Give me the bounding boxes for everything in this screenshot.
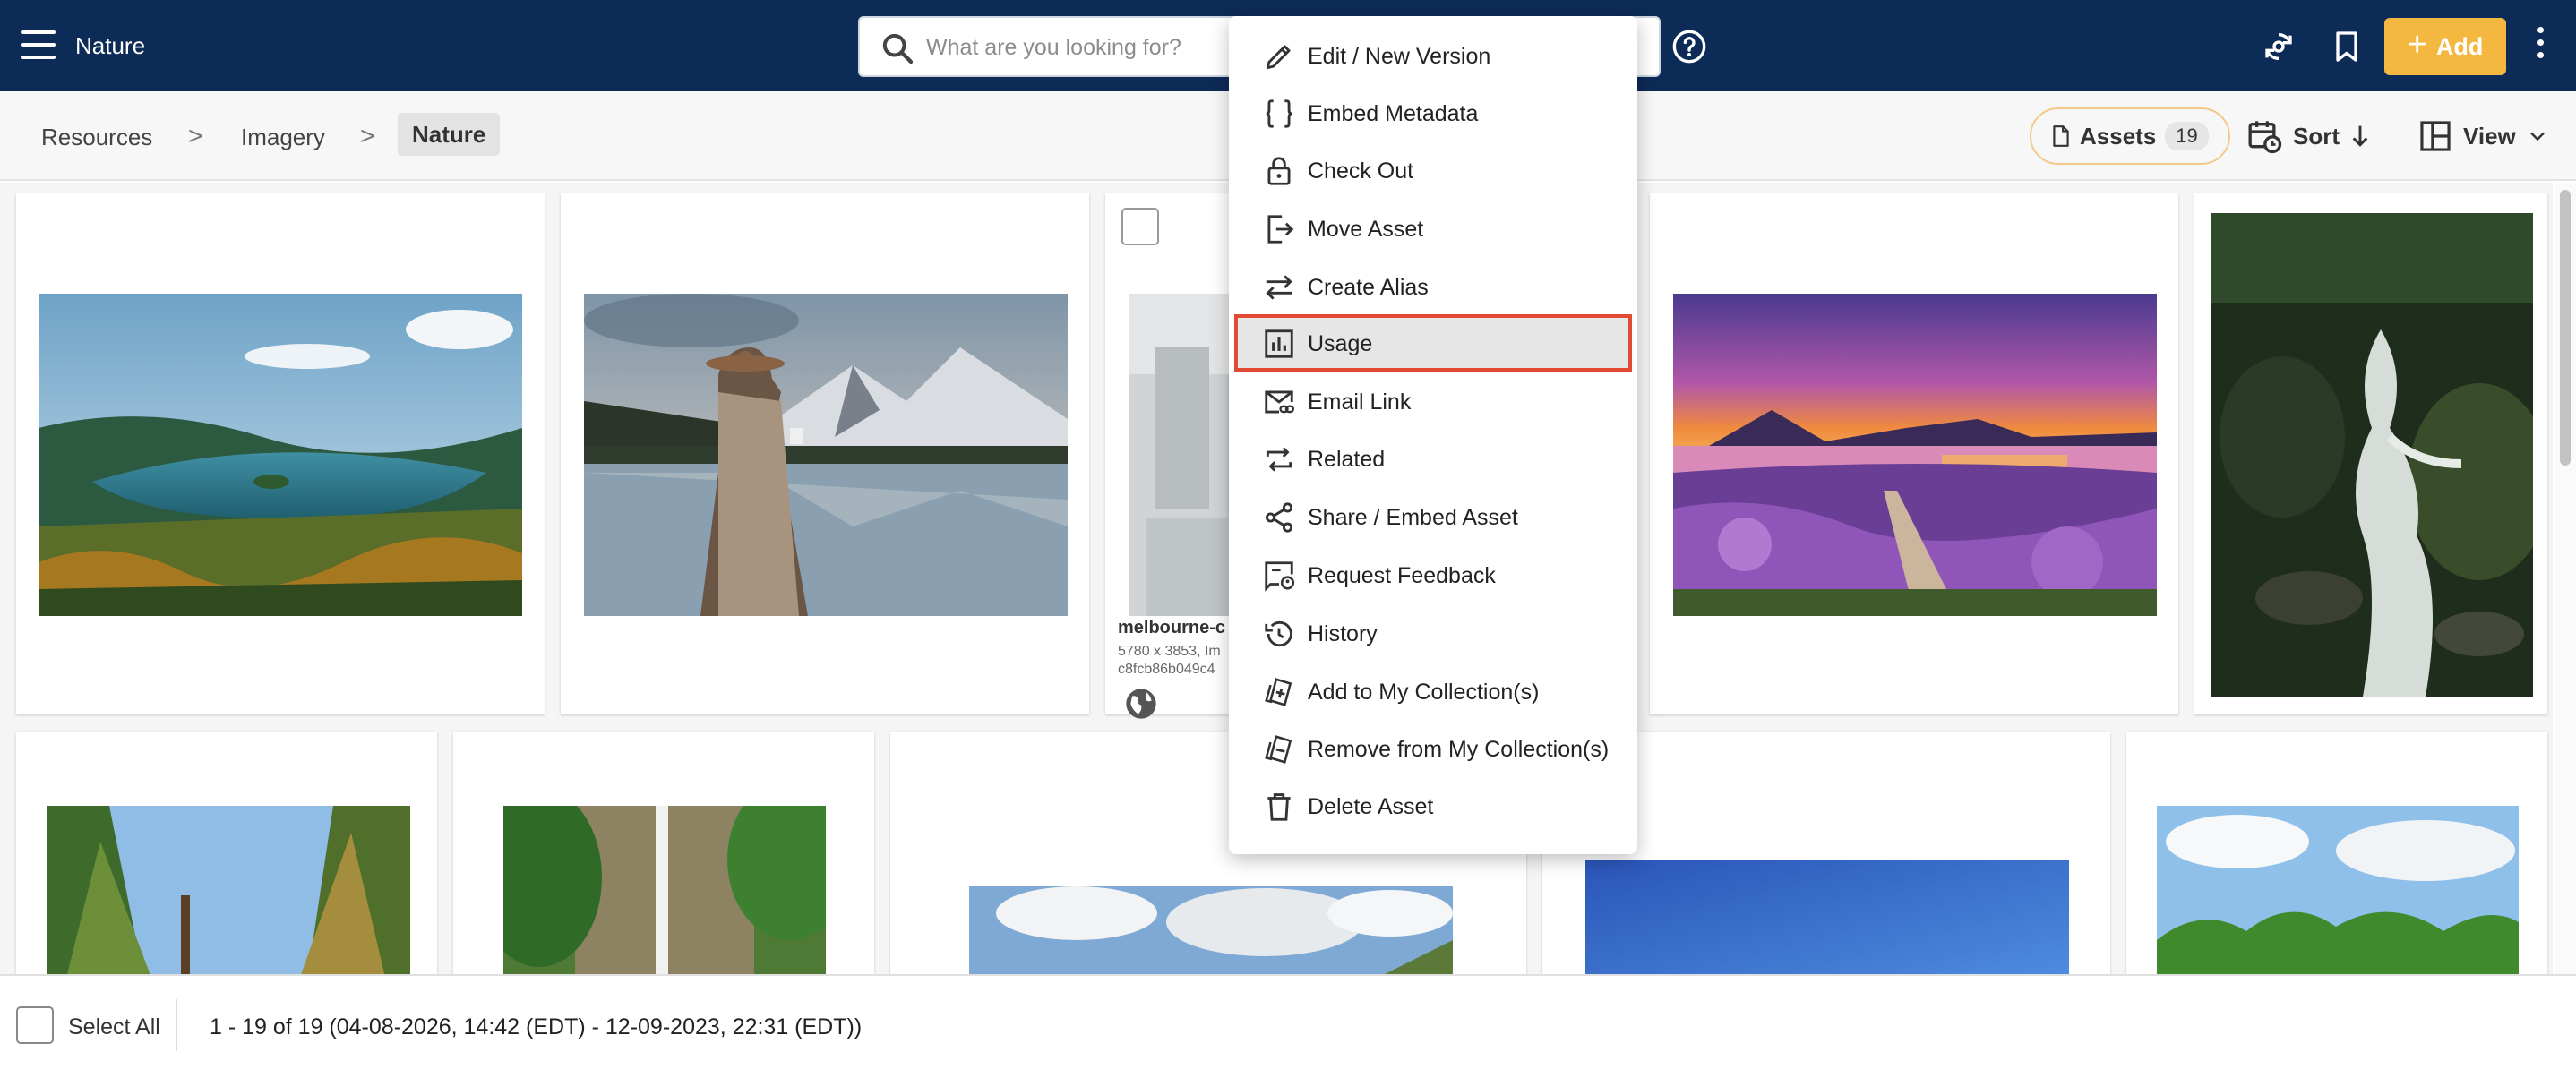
breadcrumb-separator: > bbox=[360, 122, 375, 150]
asset-card[interactable] bbox=[16, 732, 437, 974]
breadcrumb-resources[interactable]: Resources bbox=[41, 124, 152, 151]
assets-filter-button[interactable]: Assets 19 bbox=[2030, 107, 2230, 165]
menu-item-move-asset[interactable]: Move Asset bbox=[1234, 200, 1632, 257]
menu-item-label: Delete Asset bbox=[1308, 794, 1434, 819]
select-all-label[interactable]: Select All bbox=[68, 1014, 160, 1040]
assets-label: Assets bbox=[2080, 122, 2157, 150]
asset-thumbnail bbox=[47, 806, 410, 974]
menu-item-remove-from-collection[interactable]: Remove from My Collection(s) bbox=[1234, 720, 1632, 777]
view-button[interactable]: View bbox=[2418, 113, 2548, 159]
asset-thumbnail bbox=[503, 806, 826, 974]
menu-item-related[interactable]: Related bbox=[1234, 430, 1632, 487]
bookmark-icon[interactable] bbox=[2329, 29, 2365, 64]
menu-item-label: Email Link bbox=[1308, 389, 1412, 415]
menu-item-label: Usage bbox=[1308, 331, 1373, 356]
asset-card[interactable] bbox=[453, 732, 874, 974]
menu-item-label: History bbox=[1308, 621, 1378, 646]
plus-icon: + bbox=[2407, 26, 2427, 64]
asset-thumbnail bbox=[2211, 213, 2533, 697]
asset-context-menu: Edit / New Version Embed Metadata Check … bbox=[1229, 16, 1637, 854]
pencil-icon bbox=[1266, 45, 1291, 70]
view-layout-icon bbox=[2420, 121, 2451, 151]
menu-item-label: Create Alias bbox=[1308, 275, 1429, 300]
menu-item-usage[interactable]: Usage bbox=[1234, 314, 1632, 372]
history-icon bbox=[1265, 620, 1292, 647]
help-icon[interactable] bbox=[1671, 29, 1707, 64]
app-title: Nature bbox=[75, 32, 146, 59]
sync-icon[interactable] bbox=[2261, 29, 2297, 64]
asset-thumbnail bbox=[1585, 860, 2069, 974]
chevron-down-icon bbox=[2529, 132, 2545, 141]
related-icon bbox=[1266, 447, 1292, 472]
swap-icon bbox=[1266, 275, 1292, 300]
menu-item-edit-new-version[interactable]: Edit / New Version bbox=[1234, 27, 1632, 84]
breadcrumb-current: Nature bbox=[398, 113, 501, 156]
menu-item-label: Share / Embed Asset bbox=[1308, 505, 1518, 530]
menu-item-label: Edit / New Version bbox=[1308, 44, 1491, 69]
asset-thumbnail bbox=[2157, 806, 2519, 974]
asset-thumbnail bbox=[969, 886, 1453, 974]
asset-card[interactable] bbox=[16, 193, 545, 714]
add-button-label: Add bbox=[2435, 32, 2484, 60]
footer-bar: Select All 1 - 19 of 19 (04-08-2026, 14:… bbox=[0, 974, 2576, 1078]
share-icon bbox=[1265, 502, 1293, 533]
search-icon bbox=[882, 33, 914, 64]
menu-item-check-out[interactable]: Check Out bbox=[1234, 141, 1632, 199]
menu-item-add-to-collection[interactable]: Add to My Collection(s) bbox=[1234, 663, 1632, 720]
more-vert-icon[interactable] bbox=[2531, 27, 2549, 66]
menu-icon[interactable] bbox=[21, 30, 56, 61]
menu-item-request-feedback[interactable]: Request Feedback bbox=[1234, 546, 1632, 603]
sort-button[interactable]: Sort bbox=[2246, 113, 2370, 159]
asset-thumbnail bbox=[1673, 294, 2157, 616]
email-link-icon bbox=[1265, 390, 1295, 414]
assets-count-badge: 19 bbox=[2165, 122, 2209, 150]
move-icon bbox=[1267, 215, 1294, 244]
view-label: View bbox=[2463, 122, 2516, 150]
menu-item-share-embed-asset[interactable]: Share / Embed Asset bbox=[1234, 488, 1632, 545]
sort-label: Sort bbox=[2293, 122, 2340, 150]
menu-item-history[interactable]: History bbox=[1234, 604, 1632, 662]
asset-dimensions: 5780 x 3853, Im bbox=[1118, 644, 1221, 659]
feedback-icon bbox=[1265, 561, 1295, 592]
asset-card[interactable] bbox=[2126, 732, 2547, 974]
menu-item-label: Add to My Collection(s) bbox=[1308, 680, 1540, 705]
menu-item-email-link[interactable]: Email Link bbox=[1234, 372, 1632, 430]
asset-thumbnail bbox=[584, 294, 1068, 616]
menu-item-label: Embed Metadata bbox=[1308, 101, 1479, 126]
menu-item-label: Related bbox=[1308, 447, 1386, 472]
breadcrumb-imagery[interactable]: Imagery bbox=[241, 124, 325, 151]
select-all-checkbox[interactable] bbox=[16, 1006, 54, 1044]
asset-thumbnail bbox=[39, 294, 522, 616]
asset-card[interactable] bbox=[1650, 193, 2178, 714]
collection-add-icon bbox=[1265, 678, 1292, 706]
trash-icon bbox=[1267, 793, 1291, 821]
arrow-down-icon bbox=[2352, 125, 2368, 147]
document-icon bbox=[2053, 125, 2069, 147]
add-button[interactable]: + Add bbox=[2384, 18, 2506, 75]
menu-item-label: Check Out bbox=[1308, 158, 1414, 184]
menu-item-label: Request Feedback bbox=[1308, 563, 1496, 588]
menu-item-delete-asset[interactable]: Delete Asset bbox=[1234, 777, 1632, 834]
asset-card[interactable] bbox=[561, 193, 1089, 714]
menu-item-label: Move Asset bbox=[1308, 217, 1424, 242]
asset-title: melbourne-c bbox=[1118, 618, 1225, 637]
menu-item-embed-metadata[interactable]: Embed Metadata bbox=[1234, 84, 1632, 141]
menu-item-label: Remove from My Collection(s) bbox=[1308, 737, 1610, 762]
results-range-text: 1 - 19 of 19 (04-08-2026, 14:42 (EDT) - … bbox=[210, 1014, 863, 1040]
menu-item-create-alias[interactable]: Create Alias bbox=[1234, 258, 1632, 315]
breadcrumb-separator: > bbox=[188, 122, 203, 150]
asset-checkbox[interactable] bbox=[1121, 208, 1159, 245]
calendar-clock-icon bbox=[2248, 121, 2282, 154]
bar-chart-icon bbox=[1265, 329, 1293, 358]
collection-remove-icon bbox=[1265, 735, 1292, 764]
scrollbar-thumb[interactable] bbox=[2560, 190, 2571, 466]
asset-card[interactable] bbox=[2194, 193, 2547, 714]
asset-id: c8fcb86b049c4 bbox=[1118, 662, 1215, 677]
braces-icon bbox=[1266, 99, 1292, 128]
footer-divider bbox=[176, 999, 177, 1051]
lock-icon bbox=[1267, 157, 1291, 185]
globe-icon bbox=[1126, 689, 1156, 719]
